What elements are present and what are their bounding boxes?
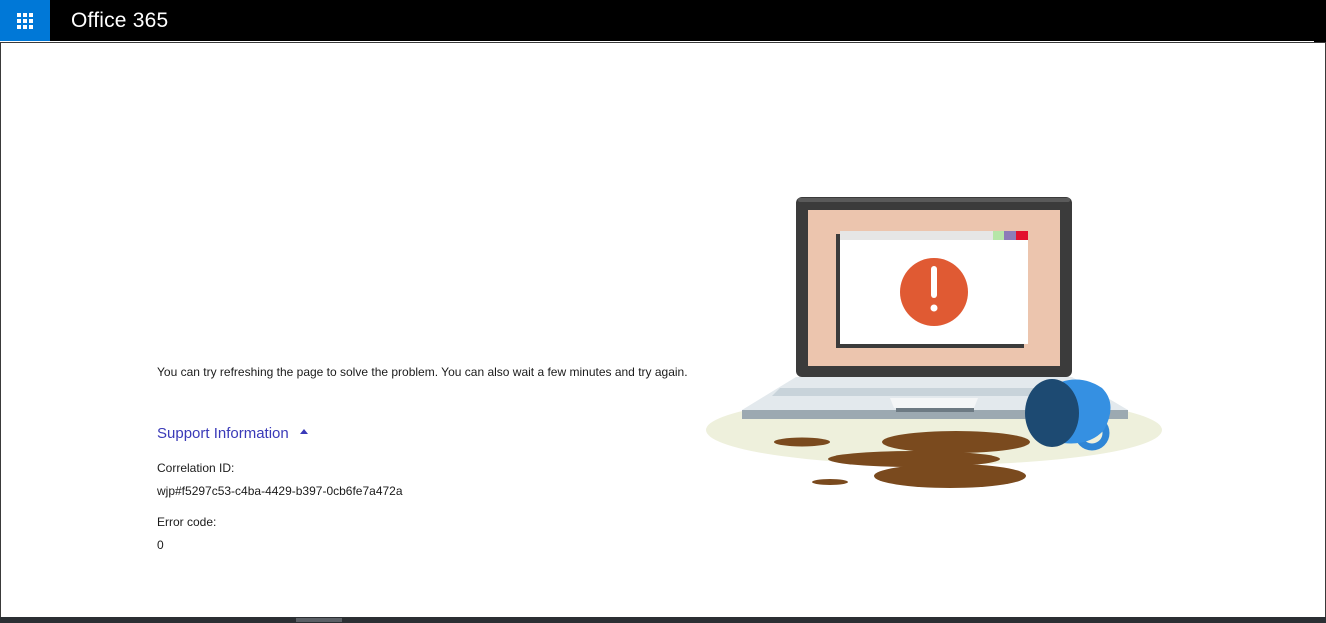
laptop-spilled-coffee-error-illustration [706, 197, 1162, 488]
app-title[interactable]: Office 365 [71, 9, 168, 33]
coffee-spill [774, 437, 830, 447]
app-launcher-button[interactable] [0, 0, 50, 41]
error-code-value: 0 [157, 538, 164, 552]
error-code-label: Error code: [157, 515, 217, 529]
top-navigation-bar: Office 365 [0, 0, 1326, 41]
caret-up-icon [299, 429, 308, 434]
error-message: You can try refreshing the page to solve… [157, 365, 688, 379]
waffle-grid-icon [17, 12, 33, 29]
scrollbar-thumb[interactable] [296, 618, 342, 622]
support-information-label: Support Information [157, 425, 289, 442]
bottom-scrollbar[interactable] [0, 617, 1326, 623]
correlation-id-value: wjp#f5297c53-c4ba-4429-b397-0cb6fe7a472a [157, 484, 403, 498]
support-information-toggle[interactable]: Support Information [157, 425, 308, 442]
touchpad [890, 398, 978, 408]
correlation-id-label: Correlation ID: [157, 461, 235, 475]
coffee-cup-rim [1025, 379, 1079, 447]
